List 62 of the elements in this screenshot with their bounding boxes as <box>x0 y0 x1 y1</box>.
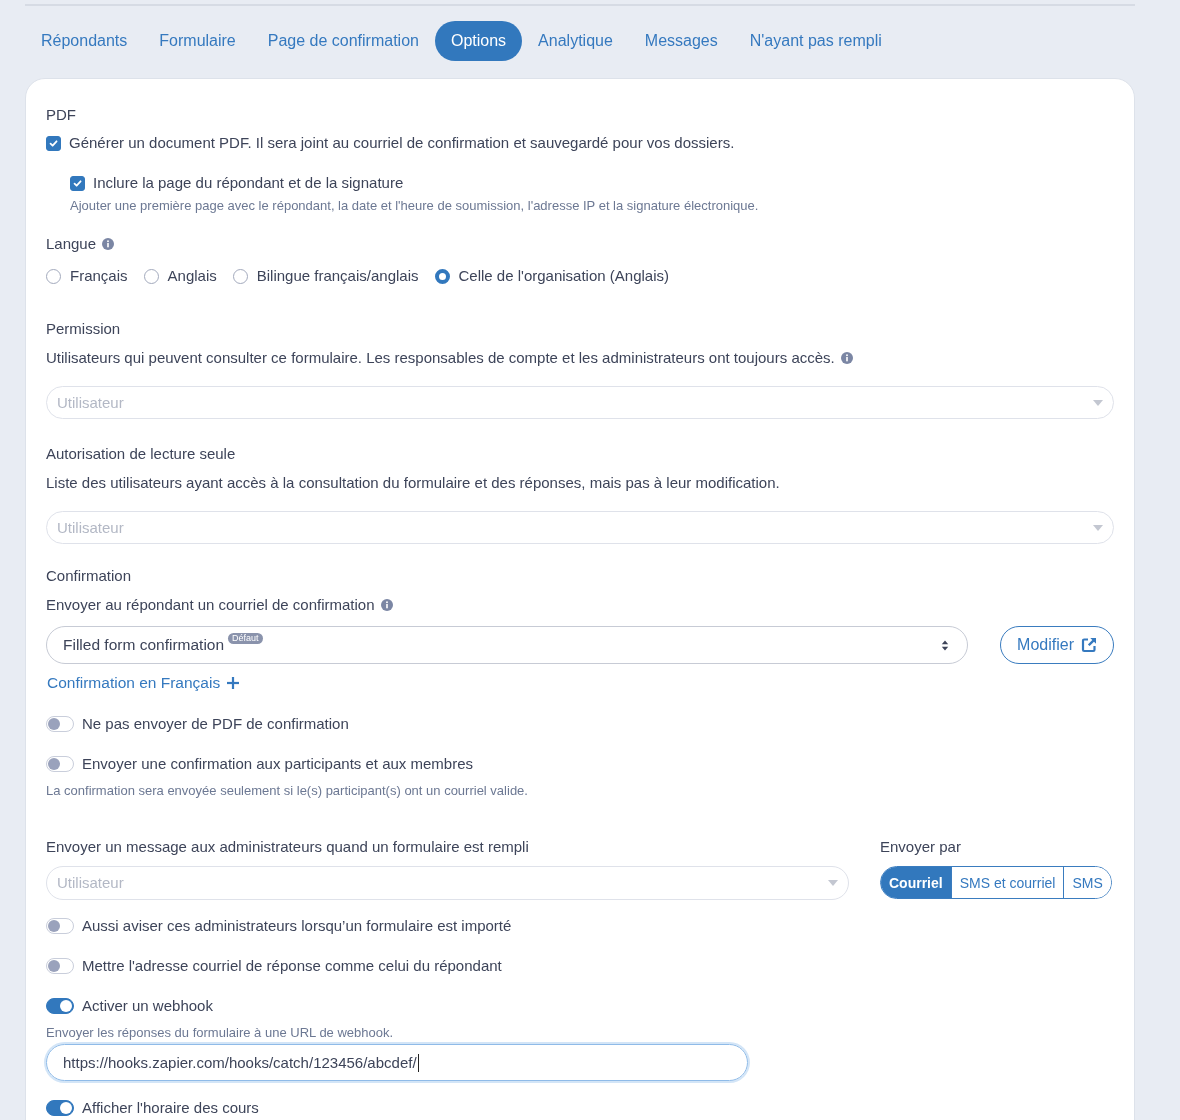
user-select-field[interactable]: Utilisateur <box>46 386 1114 419</box>
toggle-label: Afficher l'horaire des cours <box>82 1098 259 1118</box>
toggle-switch[interactable] <box>46 998 74 1014</box>
info-icon[interactable] <box>840 352 853 364</box>
external-link-icon <box>1081 637 1097 653</box>
toggle-label: Activer un webhook <box>82 996 213 1016</box>
section-title: Autorisation de lecture seule <box>46 444 237 464</box>
checkbox[interactable] <box>46 135 61 151</box>
checkbox[interactable] <box>70 175 85 191</box>
send-method-option[interactable]: Courriel <box>881 867 951 898</box>
radio-button[interactable] <box>232 268 248 284</box>
webhook-url-input[interactable]: https://hooks.zapier.com/hooks/catch/123456/abcdef/ <box>46 1044 748 1081</box>
tab[interactable]: Répondants <box>25 21 144 61</box>
radio-label: Celle de l'organisation (Anglais) <box>458 266 669 286</box>
help-text: Envoyer les réponses du formulaire à une URL de webhook. <box>46 1025 395 1041</box>
checkbox-label: Inclure la page du répondant et de la signature <box>93 173 404 193</box>
checkbox-label: Générer un document PDF. Il sera joint au courriel de confirmation et sauvegardé pour vos dossiers. <box>69 133 735 153</box>
tab[interactable]: Messages <box>628 21 734 61</box>
section-title: PDF <box>46 105 77 125</box>
user-select-field[interactable]: Utilisateur <box>46 511 1114 544</box>
add-translation-link[interactable]: Confirmation en Français <box>47 673 240 693</box>
check-icon <box>48 137 59 149</box>
caret-down-icon <box>1093 399 1103 406</box>
tab[interactable]: N'ayant pas rempli <box>733 21 898 61</box>
confirmation-email-select[interactable]: Filled form confirmation Défaut <box>46 626 969 664</box>
caret-down-icon <box>1093 524 1103 531</box>
default-badge: Défaut <box>228 633 263 644</box>
section-description: Utilisateurs qui peuvent consulter ce formulaire. Les responsables de compte et les administrateurs ont toujours accès. <box>46 348 835 368</box>
radio-label: Français <box>70 266 128 286</box>
plus-icon <box>227 677 240 689</box>
field-label: Envoyer un message aux administrateurs quand un formulaire est rempli <box>46 837 530 857</box>
info-icon[interactable] <box>380 599 393 611</box>
radio-label: Bilingue français/anglais <box>256 266 419 286</box>
info-icon[interactable] <box>102 238 115 250</box>
field-label: Envoyer par <box>880 837 962 857</box>
radio-button[interactable] <box>46 268 61 284</box>
help-text: La confirmation sera envoyée seulement si le(s) participant(s) ont un courriel valide. <box>46 783 529 799</box>
send-method-option[interactable]: SMS <box>1063 867 1111 898</box>
radio-label: Anglais <box>167 266 217 286</box>
caret-down-icon <box>828 880 838 886</box>
help-text: Ajouter une première page avec le répondant, la date et l'heure de soumission, l'adresse IP et la signature électronique. <box>70 198 760 214</box>
tab[interactable]: Analytique <box>522 21 629 61</box>
section-title: Permission <box>46 319 122 339</box>
up-down-arrows-icon <box>941 639 950 651</box>
field-label: Envoyer au répondant un courriel de confirmation <box>46 595 375 615</box>
toggle-label: Mettre l'adresse courriel de réponse comme celui du répondant <box>82 956 502 976</box>
radio-button[interactable] <box>143 268 159 284</box>
toggle-switch[interactable] <box>46 1100 74 1116</box>
tab[interactable]: Formulaire <box>143 21 252 61</box>
section-description: Liste des utilisateurs ayant accès à la consultation du formulaire et des réponses, mais pas à leur modification. <box>46 473 780 493</box>
toggle-label: Aussi aviser ces administrateurs lorsqu’un formulaire est importé <box>82 916 512 936</box>
user-select-field[interactable]: Utilisateur <box>46 866 849 900</box>
toggle-label: Envoyer une confirmation aux participants et aux membres <box>82 754 474 774</box>
section-title: Confirmation <box>46 566 133 586</box>
text-cursor-icon <box>417 1053 419 1072</box>
check-icon <box>72 177 83 189</box>
edit-button[interactable]: Modifier <box>1000 626 1114 664</box>
tab[interactable]: Options <box>434 21 523 61</box>
section-title: Langue <box>46 234 97 254</box>
toggle-label: Ne pas envoyer de PDF de confirmation <box>82 714 349 734</box>
tab[interactable]: Page de confirmation <box>251 21 435 61</box>
radio-button[interactable] <box>434 268 450 284</box>
